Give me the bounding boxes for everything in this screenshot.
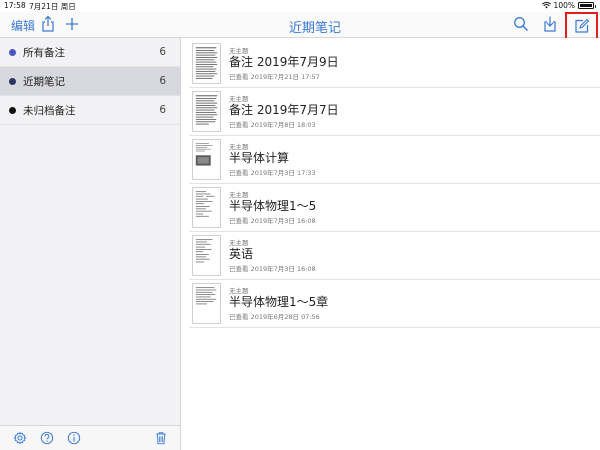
compose-icon: [574, 18, 589, 33]
sidebar-item-unfiled-notes[interactable]: 未归档备注 6: [0, 96, 180, 125]
compose-button[interactable]: [565, 12, 598, 40]
sidebar-item-label: 近期笔记: [23, 75, 65, 88]
search-icon[interactable]: [513, 16, 529, 32]
sidebar-item-recent-notes[interactable]: 近期笔记 6: [0, 67, 180, 96]
folder-dot-icon: [9, 77, 16, 85]
sidebar-item-count: 6: [159, 104, 166, 116]
note-thumbnail: [192, 139, 221, 180]
status-indicators: 100%: [541, 1, 596, 10]
sidebar: 所有备注 6 近期笔记 6 未归档备注 6: [0, 38, 181, 450]
note-title: 半导体物理1～5: [229, 199, 317, 213]
note-list: 无主题 备注 2019年7月9日 已查看 2019年7月21日 17:57 无主…: [181, 38, 600, 450]
sidebar-toolbar: [0, 425, 180, 450]
note-row[interactable]: 无主题 半导体计算 已查看 2019年7月3日 17:33: [189, 136, 600, 184]
note-thumbnail: [192, 91, 221, 132]
note-viewed-date: 已查看 2019年6月28日 07:56: [229, 313, 320, 321]
note-title: 英语: [229, 247, 254, 261]
sidebar-item-all-notes[interactable]: 所有备注 6: [0, 38, 180, 67]
note-row[interactable]: 无主题 备注 2019年7月7日 已查看 2019年7月8日 18:03: [189, 88, 600, 136]
note-viewed-date: 已查看 2019年7月8日 18:03: [229, 121, 316, 129]
battery-percent: 100%: [553, 1, 575, 10]
share-icon[interactable]: [40, 15, 56, 33]
wifi-icon: [541, 2, 551, 9]
note-title: 备注 2019年7月7日: [229, 103, 339, 117]
note-row[interactable]: 无主题 半导体物理1～5章 已查看 2019年6月28日 07:56: [189, 280, 600, 328]
note-thumbnail: [192, 43, 221, 84]
help-icon[interactable]: [40, 431, 54, 445]
folder-dot-icon: [9, 48, 16, 56]
note-thumbnail: [192, 187, 221, 228]
note-viewed-date: 已查看 2019年7月3日 16:08: [229, 265, 316, 273]
note-title: 半导体计算: [229, 151, 290, 165]
status-time: 17:58: [4, 1, 26, 10]
trash-icon[interactable]: [154, 431, 168, 445]
download-icon[interactable]: [542, 15, 558, 33]
note-row[interactable]: 无主题 备注 2019年7月9日 已查看 2019年7月21日 17:57: [189, 40, 600, 88]
folder-dot-icon: [9, 106, 16, 114]
note-thumbnail: [192, 235, 221, 276]
add-icon[interactable]: [64, 15, 80, 33]
status-date: 7月21日 周日: [29, 2, 76, 11]
edit-button[interactable]: 编辑: [11, 17, 35, 34]
status-bar: 17:58 7月21日 周日 100%: [0, 0, 600, 12]
nav-bar: 编辑 近期笔记: [0, 12, 600, 40]
note-viewed-date: 已查看 2019年7月3日 16:08: [229, 217, 316, 225]
info-icon[interactable]: [67, 431, 81, 445]
page-title: 近期笔记: [288, 21, 341, 36]
sidebar-item-label: 所有备注: [23, 46, 65, 59]
sidebar-item-label: 未归档备注: [23, 104, 76, 117]
gear-icon[interactable]: [13, 431, 27, 445]
note-viewed-date: 已查看 2019年7月21日 17:57: [229, 73, 320, 81]
sidebar-item-count: 6: [159, 46, 166, 58]
note-viewed-date: 已查看 2019年7月3日 17:33: [229, 169, 316, 177]
note-row[interactable]: 无主题 英语 已查看 2019年7月3日 16:08: [189, 232, 600, 280]
note-row[interactable]: 无主题 半导体物理1～5 已查看 2019年7月3日 16:08: [189, 184, 600, 232]
note-title: 半导体物理1～5章: [229, 295, 329, 309]
note-thumbnail: [192, 283, 221, 324]
sidebar-item-count: 6: [159, 75, 166, 87]
battery-icon: [578, 2, 596, 9]
note-title: 备注 2019年7月9日: [229, 55, 339, 69]
